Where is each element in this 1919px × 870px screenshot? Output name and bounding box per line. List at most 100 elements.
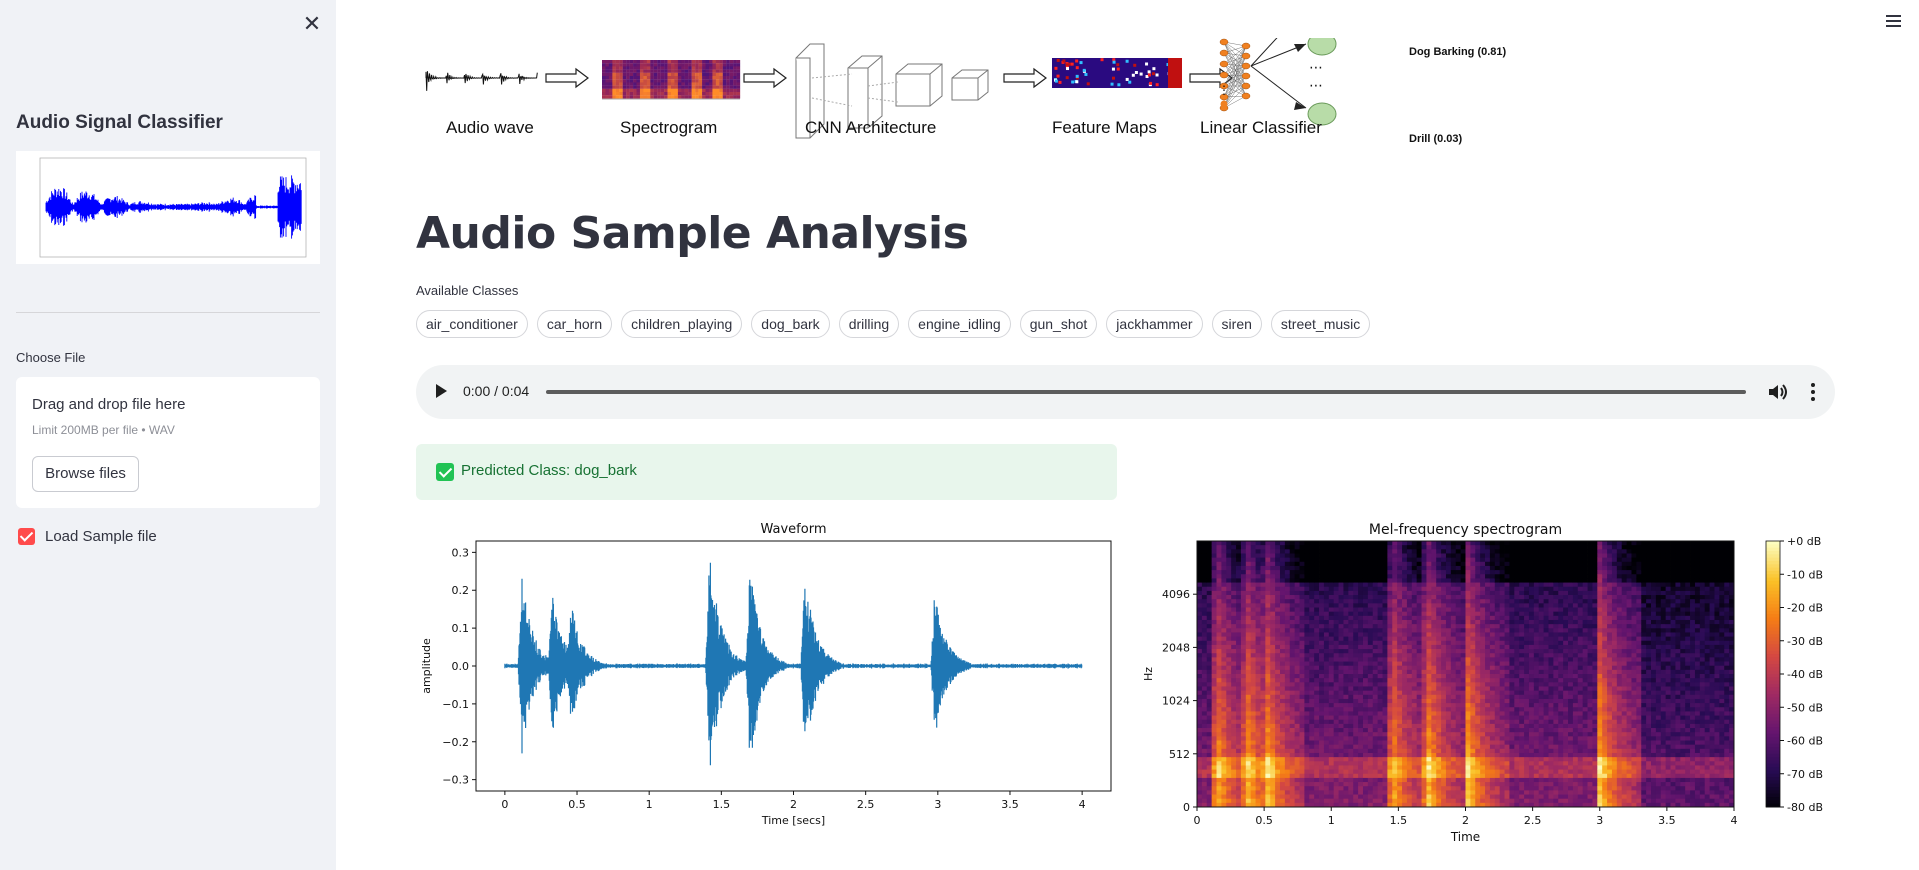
class-chip-dog_bark: dog_bark	[751, 310, 830, 338]
file-uploader-dropzone[interactable]: Drag and drop file here Limit 200MB per …	[16, 377, 320, 508]
colorbar-tick: -50 dB	[1787, 701, 1823, 714]
spectrogram-ytick: 4096	[1162, 588, 1190, 601]
spectrogram-colorbar	[1765, 540, 1781, 808]
waveform-ytick: 0.2	[452, 584, 470, 597]
available-classes-label: Available Classes	[416, 283, 519, 298]
prediction-text: Predicted Class: dog_bark	[461, 462, 637, 479]
spectrogram-xtick: 2.5	[1524, 814, 1542, 827]
volume-icon[interactable]	[1766, 380, 1790, 404]
more-options-icon[interactable]	[1806, 380, 1820, 404]
waveform-ytick: −0.1	[442, 698, 469, 711]
spectrogram-xtick: 4	[1731, 814, 1738, 827]
stage-label-spectrogram: Spectrogram	[620, 118, 718, 137]
output-node-dog	[1307, 38, 1337, 56]
colorbar-tick: -40 dB	[1787, 668, 1823, 681]
svg-text:⋮: ⋮	[1218, 83, 1230, 97]
spectrogram-chart: Mel-frequency spectrogram 0 0.5 1 1.5 2 2.5 3 3.…	[1142, 522, 1823, 844]
spectrogram-ytick: 2048	[1162, 641, 1190, 654]
upload-limit-text: Limit 200MB per file • WAV	[32, 423, 175, 437]
audio-time: 0:00 / 0:04	[463, 383, 530, 399]
sidebar: ✕ Audio Signal Classifier Choose File Dr…	[0, 0, 336, 870]
linear-classifier-graphic: ⋮ ⋯ ⋯	[1218, 38, 1337, 126]
load-sample-checkbox[interactable]	[18, 527, 35, 545]
prediction-alert: Predicted Class: dog_bark	[416, 444, 1117, 500]
waveform-ytick: −0.3	[442, 774, 469, 787]
browse-files-button[interactable]: Browse files	[32, 456, 139, 492]
class-chip-siren: siren	[1211, 310, 1262, 338]
class-chips: air_conditioner car_horn children_playing d…	[416, 310, 1371, 338]
sidebar-title: Audio Signal Classifier	[16, 112, 223, 133]
waveform-xtick: 2	[790, 798, 797, 811]
colorbar-tick: -60 dB	[1787, 735, 1823, 748]
spectrogram-xtick: 2	[1462, 814, 1469, 827]
spectrogram-xtick: 3	[1596, 814, 1603, 827]
waveform-ylabel: amplitude	[420, 638, 433, 694]
spectrogram-ytick: 512	[1169, 748, 1190, 761]
colorbar-tick: -30 dB	[1787, 635, 1823, 648]
feature-maps-graphic	[1052, 58, 1182, 88]
waveform-ytick: 0.1	[452, 622, 470, 635]
waveform-chart: Waveform 0 0.5 1 1.5 2 2.5 3 3.5 4 0.3 0.2 0.1 0.0 −0.…	[420, 522, 1112, 827]
spectrogram-ytick: 0	[1183, 801, 1190, 814]
waveform-xtick: 3	[934, 798, 941, 811]
class-chip-children_playing: children_playing	[621, 310, 743, 338]
choose-file-label: Choose File	[16, 350, 86, 365]
spectrogram-title: Mel-frequency spectrogram	[1369, 522, 1562, 538]
spectrogram-xtick: 0	[1194, 814, 1201, 827]
class-chip-jackhammer: jackhammer	[1106, 310, 1203, 338]
waveform-xtick: 1.5	[713, 798, 731, 811]
stage-label-linear-classifier: Linear Classifier	[1200, 118, 1322, 137]
class-chip-gun_shot: gun_shot	[1019, 310, 1098, 338]
spectrogram-ylabel: Hz	[1142, 667, 1155, 681]
class-chip-air_conditioner: air_conditioner	[416, 310, 528, 338]
output-label-dog-barking: Dog Barking (0.81)	[1409, 46, 1507, 58]
spectrogram-xlabel: Time	[1450, 830, 1480, 844]
waveform-title: Waveform	[761, 522, 827, 537]
spectrogram-graphic	[602, 60, 741, 100]
spectrogram-xtick: 1.5	[1390, 814, 1408, 827]
svg-text:⋯: ⋯	[1309, 77, 1323, 93]
load-sample-checkbox-row[interactable]: Load Sample file	[18, 526, 157, 546]
sidebar-divider	[16, 312, 320, 313]
output-label-drill: Drill (0.03)	[1409, 133, 1463, 145]
spectrogram-ytick: 1024	[1162, 695, 1190, 708]
waveform-ytick: −0.2	[442, 736, 469, 749]
stage-label-audio-wave: Audio wave	[446, 118, 534, 137]
spectrogram-xtick: 0.5	[1255, 814, 1273, 827]
hamburger-menu-icon[interactable]	[1886, 12, 1906, 32]
waveform-xtick: 0.5	[568, 798, 586, 811]
waveform-xlabel: Time [secs]	[761, 814, 825, 827]
waveform-xtick: 3.5	[1001, 798, 1019, 811]
pipeline-diagram: ⋮ ⋯ ⋯ Audio wave Spectrogram CNN Architect…	[416, 38, 1516, 178]
colorbar-tick: -10 dB	[1787, 568, 1823, 581]
spectrogram-xtick: 1	[1328, 814, 1335, 827]
class-chip-car_horn: car_horn	[536, 310, 613, 338]
stage-label-feature-maps: Feature Maps	[1052, 118, 1157, 137]
waveform-xtick: 1	[646, 798, 653, 811]
close-sidebar-icon[interactable]: ✕	[300, 12, 324, 36]
audio-player[interactable]: 0:00 / 0:04	[416, 365, 1835, 419]
colorbar-tick: -20 dB	[1787, 602, 1823, 615]
class-chip-engine_idling: engine_idling	[908, 310, 1011, 338]
stage-label-cnn: CNN Architecture	[805, 118, 937, 137]
waveform-xtick: 4	[1079, 798, 1086, 811]
audio-wave-graphic	[425, 71, 538, 91]
colorbar-tick: -70 dB	[1787, 768, 1823, 781]
waveform-xtick: 2.5	[857, 798, 875, 811]
waveform-ytick: 0.3	[452, 546, 470, 559]
waveform-line	[504, 562, 1083, 766]
sidebar-waveform-image	[16, 151, 320, 264]
colorbar-tick: +0 dB	[1787, 535, 1821, 548]
load-sample-label: Load Sample file	[45, 527, 157, 545]
thumb-waveform-line	[45, 175, 302, 239]
class-chip-street_music: street_music	[1270, 310, 1371, 338]
colorbar-tick: -80 dB	[1787, 801, 1823, 814]
waveform-xtick: 0	[501, 798, 508, 811]
pipe-wave-line	[425, 71, 538, 91]
page-title: Audio Sample Analysis	[416, 208, 969, 259]
class-chip-drilling: drilling	[838, 310, 900, 338]
play-icon[interactable]	[436, 384, 447, 398]
spectrogram-heatmap	[1197, 541, 1735, 808]
audio-progress-track[interactable]	[546, 390, 1746, 394]
waveform-ytick: 0.0	[452, 660, 470, 673]
